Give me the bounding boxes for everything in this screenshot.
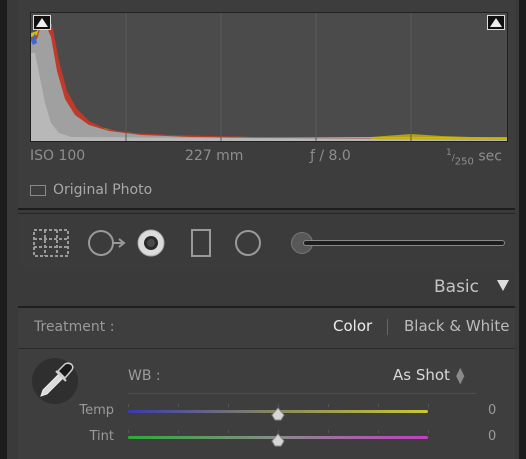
basic-panel: Treatment : Color Black & White WB : As …: [18, 308, 515, 459]
shutter-readout: 1/250 sec: [446, 148, 502, 168]
graduated-filter-icon[interactable]: [189, 228, 213, 258]
treatment-row: Treatment : Color Black & White: [18, 308, 515, 349]
slider-tick: [378, 430, 379, 433]
temp-slider-row: Temp 0: [18, 401, 515, 421]
collapse-triangle-icon[interactable]: [497, 280, 509, 291]
eyedropper-icon: [40, 362, 74, 397]
treatment-bw-option[interactable]: Black & White: [404, 317, 509, 335]
histogram-curve: [31, 13, 507, 141]
slider-tick: [428, 404, 429, 407]
slider-tick: [328, 430, 329, 433]
slider-tick: [228, 430, 229, 433]
slider-tick: [328, 404, 329, 407]
shadow-clipping-toggle[interactable]: [33, 15, 51, 30]
tint-slider-row: Tint 0: [18, 427, 515, 447]
iso-readout: ISO 100: [30, 148, 86, 164]
slider-tick: [128, 430, 129, 433]
treatment-label: Treatment :: [34, 319, 115, 335]
highlight-clipping-toggle[interactable]: [487, 15, 505, 30]
temp-slider-thumb[interactable]: [271, 407, 285, 421]
aperture-readout: ƒ / 8.0: [310, 148, 351, 164]
tint-slider-thumb[interactable]: [271, 433, 285, 447]
focal-length-readout: 227 mm: [185, 148, 244, 164]
wb-eyedropper-button[interactable]: [32, 358, 78, 404]
original-photo-label: Original Photo: [53, 182, 153, 198]
tool-slider-track[interactable]: [304, 241, 504, 245]
spot-removal-icon[interactable]: [86, 228, 128, 258]
red-eye-icon[interactable]: [135, 227, 167, 259]
original-photo-toggle[interactable]: Original Photo: [30, 182, 152, 198]
tint-label: Tint: [89, 429, 115, 444]
original-photo-checkbox[interactable]: [30, 184, 46, 196]
slider-tick: [378, 404, 379, 407]
basic-panel-header[interactable]: Basic: [18, 270, 515, 308]
histogram-graph[interactable]: [30, 12, 508, 142]
slider-tick: [428, 430, 429, 433]
treatment-color-option[interactable]: Color: [333, 317, 372, 335]
basic-panel-title: Basic: [433, 277, 479, 297]
tool-strip: [18, 213, 515, 272]
wb-dropdown[interactable]: As Shot: [393, 366, 450, 384]
radial-filter-icon[interactable]: [232, 228, 264, 258]
temp-label: Temp: [79, 403, 114, 418]
right-edge: [519, 0, 526, 459]
treatment-separator: [387, 319, 388, 335]
left-edge: [0, 0, 7, 459]
wb-stepper-icon[interactable]: ▲ ▼: [456, 366, 464, 385]
crop-overlay-icon[interactable]: [32, 228, 70, 258]
tint-value[interactable]: 0: [488, 429, 496, 444]
temp-value[interactable]: 0: [488, 403, 496, 418]
wb-label: WB :: [128, 368, 161, 384]
slider-tick: [178, 430, 179, 433]
slider-tick: [178, 404, 179, 407]
slider-tick: [128, 404, 129, 407]
slider-tick: [228, 404, 229, 407]
shutter-unit: sec: [473, 148, 502, 165]
histogram-panel: ISO 100 227 mm ƒ / 8.0 1/250 sec Origina…: [18, 0, 515, 210]
wb-divider: [128, 393, 476, 394]
shutter-denominator: 250: [454, 156, 474, 168]
